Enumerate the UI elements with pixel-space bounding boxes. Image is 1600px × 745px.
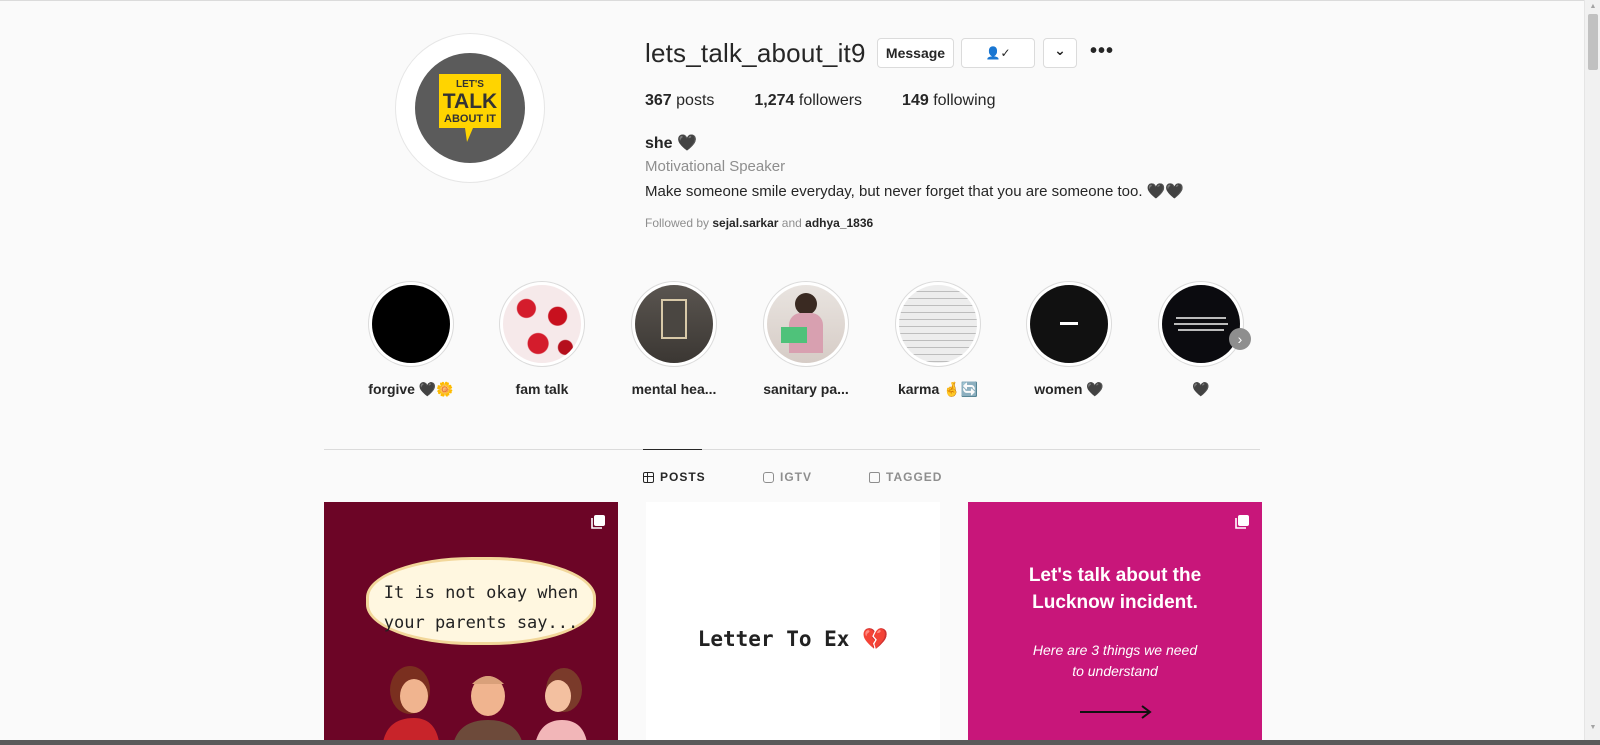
tab-posts-label: POSTS [660,470,706,484]
top-border [0,0,1584,3]
speech-bubble: It is not okay when your parents say... [366,557,596,645]
followers-stat[interactable]: 1,274 followers [754,92,862,110]
scroll-down-arrow-icon[interactable]: ▼ [1588,723,1598,733]
post-subtitle-line-2: to understand [1072,663,1158,679]
speech-bubble-logo-icon: LET'S TALK ABOUT IT [439,74,501,142]
avatar-text-1: LET'S [456,79,484,90]
arrow-right-icon [1080,705,1152,719]
avatar-logo: LET'S TALK ABOUT IT [415,53,525,163]
following-user-check-icon: 👤✓ [985,46,1011,60]
tab-igtv[interactable]: IGTV [763,470,812,484]
highlight-item[interactable]: women 🖤 [1024,281,1114,398]
highlight-item[interactable]: mental hea... [629,281,719,397]
post-text: Letter To Ex 💔 [697,627,889,651]
igtv-icon [763,471,774,483]
following-label: following [933,92,996,109]
followers-count: 1,274 [754,92,795,109]
posts-stat: 367 posts [645,92,714,110]
avatar-text-2: TALK [443,90,497,113]
followed-by-user-2[interactable]: adhya_1836 [805,216,873,230]
post-text-line-1: It is not okay when [383,583,579,603]
post-title-line-2: Lucknow incident. [1032,592,1198,613]
page-scrollbar[interactable]: ▲ ▼ [1584,0,1600,745]
highlight-item[interactable]: fam talk [497,281,587,397]
highlight-label: karma 🤞🔄 [897,381,978,397]
post-subtitle: Here are 3 things we need to understand [968,640,1262,682]
highlight-item[interactable]: forgive 🖤🌼 [366,281,456,398]
highlight-label: mental hea... [631,381,717,397]
profile-username: lets_talk_about_it9 [645,38,866,68]
more-options-icon[interactable]: ••• [1090,40,1114,63]
family-illustration [382,666,588,745]
carousel-icon [591,515,605,529]
highlight-label: women 🖤 [1034,381,1104,397]
following-count: 149 [902,92,929,109]
tab-posts[interactable]: POSTS [643,470,706,484]
following-button[interactable]: 👤✓ [961,38,1035,68]
chevron-down-icon: ⌄ [1054,41,1066,58]
highlight-label: forgive 🖤🌼 [368,381,454,397]
profile-bio: Make someone smile everyday, but never f… [645,183,1185,200]
tab-tagged-label: TAGGED [886,470,943,484]
highlight-cover [635,285,713,363]
highlight-item[interactable]: sanitary pa... [761,281,851,397]
profile-name: she 🖤 [645,135,697,152]
post-title-line-1: Let's talk about the [1028,565,1202,586]
post-subtitle-line-1: Here are 3 things we need [1032,642,1198,658]
message-button[interactable]: Message [877,38,954,68]
highlight-item[interactable]: karma 🤞🔄 [893,281,983,398]
taskbar-edge [0,740,1600,745]
grid-icon [643,471,654,483]
profile-avatar[interactable]: LET'S TALK ABOUT IT [395,33,545,183]
highlight-cover [899,285,977,363]
followed-by-user-1[interactable]: sejal.sarkar [712,216,778,230]
suggested-dropdown-button[interactable]: ⌄ [1043,38,1077,68]
tabs-divider [324,449,1260,450]
highlight-label: sanitary pa... [763,381,849,397]
carousel-icon [1235,515,1249,529]
followers-label: followers [798,92,863,109]
highlight-label: 🖤 [1192,381,1210,397]
post-text-line-2: your parents say... [383,613,579,633]
highlights-next-arrow-icon[interactable]: › [1229,328,1251,350]
post-tile[interactable]: It is not okay when your parents say... [324,502,618,745]
followed-by: Followed by sejal.sarkar and adhya_1836 [645,216,873,230]
avatar-text-3: ABOUT IT [444,113,496,125]
posts-count: 367 [645,92,672,109]
highlight-cover [1030,285,1108,363]
highlight-cover [503,285,581,363]
profile-stats: 367 posts 1,274 followers 149 following [645,92,995,110]
post-tile[interactable]: Letter To Ex 💔 [646,502,940,745]
tagged-person-icon [869,471,880,483]
active-tab-indicator [643,449,702,450]
posts-label: posts [676,92,715,109]
highlight-cover [372,285,450,363]
following-stat[interactable]: 149 following [902,92,995,110]
scroll-thumb[interactable] [1588,14,1598,70]
followed-by-and: and [781,216,802,230]
tab-tagged[interactable]: TAGGED [869,470,942,484]
profile-category: Motivational Speaker [645,158,786,175]
highlight-cover [767,285,845,363]
highlight-label: fam talk [515,381,569,397]
highlight-cover [1162,285,1240,363]
post-title: Let's talk about the Lucknow incident. [968,562,1262,616]
tab-igtv-label: IGTV [780,470,813,484]
post-tile[interactable]: Let's talk about the Lucknow incident. H… [968,502,1262,745]
followed-by-prefix: Followed by [645,216,710,230]
scroll-up-arrow-icon[interactable]: ▲ [1588,2,1598,12]
